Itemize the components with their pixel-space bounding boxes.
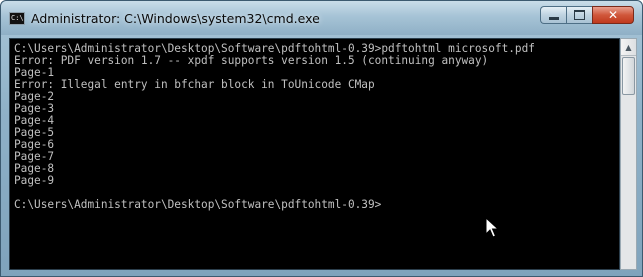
window-controls: ✕ — [540, 6, 634, 24]
scroll-up-button[interactable]: ▲ — [621, 39, 636, 56]
console-line: Page-2 — [14, 90, 55, 103]
console-line: Error: PDF version 1.7 -- xpdf supports … — [14, 54, 489, 67]
title-bar[interactable]: C:\ Administrator: C:\Windows\system32\c… — [1, 1, 642, 35]
console-line: Page-8 — [14, 162, 55, 175]
chevron-up-icon: ▲ — [625, 42, 632, 52]
console-line: Page-9 — [14, 174, 55, 187]
console-line: Page-6 — [14, 138, 55, 151]
console-text: C:\Users\Administrator\Desktop\Software\… — [14, 43, 535, 211]
scroll-thumb[interactable] — [622, 57, 635, 95]
close-button[interactable]: ✕ — [592, 6, 634, 24]
vertical-scrollbar[interactable]: ▲ — [620, 38, 637, 270]
maximize-icon — [574, 10, 585, 20]
close-icon: ✕ — [607, 8, 619, 22]
console-line: Page-5 — [14, 126, 55, 139]
console-line: Page-7 — [14, 150, 55, 163]
console-output[interactable]: C:\Users\Administrator\Desktop\Software\… — [9, 38, 620, 270]
minimize-icon — [548, 16, 559, 20]
cmd-window: C:\ Administrator: C:\Windows\system32\c… — [0, 0, 643, 277]
console-line: Page-3 — [14, 102, 55, 115]
window-title: Administrator: C:\Windows\system32\cmd.e… — [31, 11, 320, 26]
console-line: Error: Illegal entry in bfchar block in … — [14, 78, 375, 91]
maximize-button[interactable] — [566, 6, 592, 24]
console-line: C:\Users\Administrator\Desktop\Software\… — [14, 198, 382, 211]
minimize-button[interactable] — [540, 6, 566, 24]
mouse-pointer-icon — [485, 217, 499, 238]
cmd-icon[interactable]: C:\ — [9, 12, 25, 25]
console-line: Page-4 — [14, 114, 55, 127]
